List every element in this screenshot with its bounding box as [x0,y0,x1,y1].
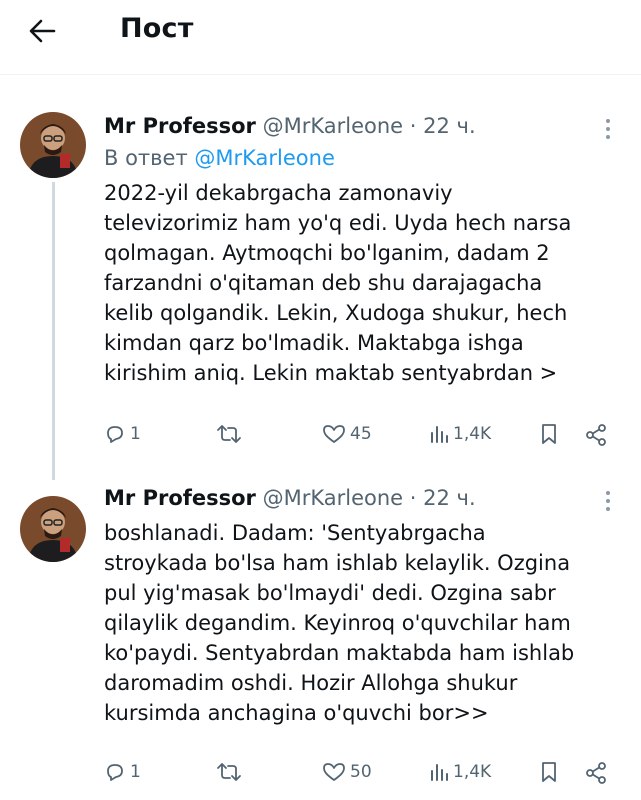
post-text-line: farzandni o'qitaman deb shu darajagacha [104,271,543,295]
reply-count: 1 [130,424,141,444]
post-text-line: kirishim aniq. Lekin maktab sentyabrdan … [104,361,558,385]
bar-chart-icon [431,764,448,781]
view-count: 1,4K [453,424,492,444]
bookmark-icon [542,762,556,782]
top-bar: Пост [0,0,641,75]
like-count: 50 [350,762,372,782]
post-text-line: pul yig'masak bo'lmaydi' dedi. Ozgina sa… [104,581,556,605]
more-vertical-icon [606,119,610,139]
bookmark-button[interactable] [540,423,558,445]
reply-count: 1 [130,762,141,782]
post-text-line: kimdan qarz bo'lmadik. Maktabga ishga [104,331,524,355]
post-time[interactable]: 22 ч. [423,486,475,510]
more-options-button[interactable] [598,488,618,516]
author-name[interactable]: Mr Professor [104,486,256,510]
view-count: 1,4K [453,762,492,782]
repost-button[interactable] [216,423,242,445]
reply-prefix: В ответ [104,146,188,170]
action-bar: 1 45 1,4K [0,423,641,453]
heart-icon [323,763,345,781]
more-options-button[interactable] [598,116,618,144]
post-text-line: kelib qolgandik. Lekin, Xudoga shukur, h… [104,301,568,325]
post-2[interactable]: Mr Professor @MrKarleone · 22 ч. boshlan… [0,474,641,800]
separator: · [409,114,417,138]
avatar[interactable] [20,496,86,562]
post-text-line: ko'paydi. Sentyabrdan maktabda ham ishla… [104,641,575,665]
share-icon [586,762,606,784]
reply-context: В ответ @MrKarleone [104,146,335,170]
post-text-line: stroykada bo'lsa ham ishlab kelaylik. Oz… [104,551,571,575]
author-name[interactable]: Mr Professor [104,114,256,138]
post-header: Mr Professor @MrKarleone · 22 ч. [104,114,476,138]
like-button[interactable]: 50 [322,761,372,783]
reply-icon [107,764,123,781]
post-text-line: kursimda anchagina o'quvchi bor>> [104,701,489,725]
post-1[interactable]: Mr Professor @MrKarleone · 22 ч. В ответ… [0,74,641,474]
post-text: boshlanadi. Dadam: 'Sentyabrgacha stroyk… [104,518,624,728]
post-text-line: 2022-yil dekabrgacha zamonaviy [104,181,453,205]
share-button[interactable] [584,761,608,785]
avatar[interactable] [20,112,86,178]
more-vertical-icon [606,491,610,511]
like-count: 45 [350,424,372,444]
action-bar: 1 50 1,4K [0,761,641,791]
repost-button[interactable] [216,761,242,783]
reply-handle-link[interactable]: @MrKarleone [194,146,335,170]
repost-icon [217,425,241,443]
post-text-line: televizorimiz ham yo'q edi. Uyda hech na… [104,211,572,235]
bookmark-icon [542,424,556,444]
post-text-line: qilaylik degandim. Keyinroq o'quvchilar … [104,611,571,635]
reply-button[interactable]: 1 [104,761,141,783]
heart-icon [323,425,345,443]
bar-chart-icon [431,426,448,443]
author-handle[interactable]: @MrKarleone [263,486,404,510]
separator: · [409,486,417,510]
bookmark-button[interactable] [540,761,558,783]
like-button[interactable]: 45 [322,423,372,445]
post-time[interactable]: 22 ч. [423,114,475,138]
share-button[interactable] [584,423,608,447]
author-handle[interactable]: @MrKarleone [263,114,404,138]
back-button[interactable] [22,12,66,52]
post-text: 2022-yil dekabrgacha zamonaviy televizor… [104,178,624,388]
views-button[interactable]: 1,4K [429,761,491,783]
arrow-left-icon [29,19,56,43]
repost-icon [217,763,241,781]
reply-icon [107,426,123,443]
reply-button[interactable]: 1 [104,423,141,445]
post-text-line: boshlanadi. Dadam: 'Sentyabrgacha [104,521,486,545]
page-title: Пост [120,13,194,44]
post-text-line: daromadim oshdi. Hozir Allohga shukur [104,671,518,695]
post-text-line: qolmagan. Aytmoqchi bo'lganim, dadam 2 [104,241,550,265]
views-button[interactable]: 1,4K [429,423,491,445]
share-icon [586,424,606,446]
post-header: Mr Professor @MrKarleone · 22 ч. [104,486,476,510]
